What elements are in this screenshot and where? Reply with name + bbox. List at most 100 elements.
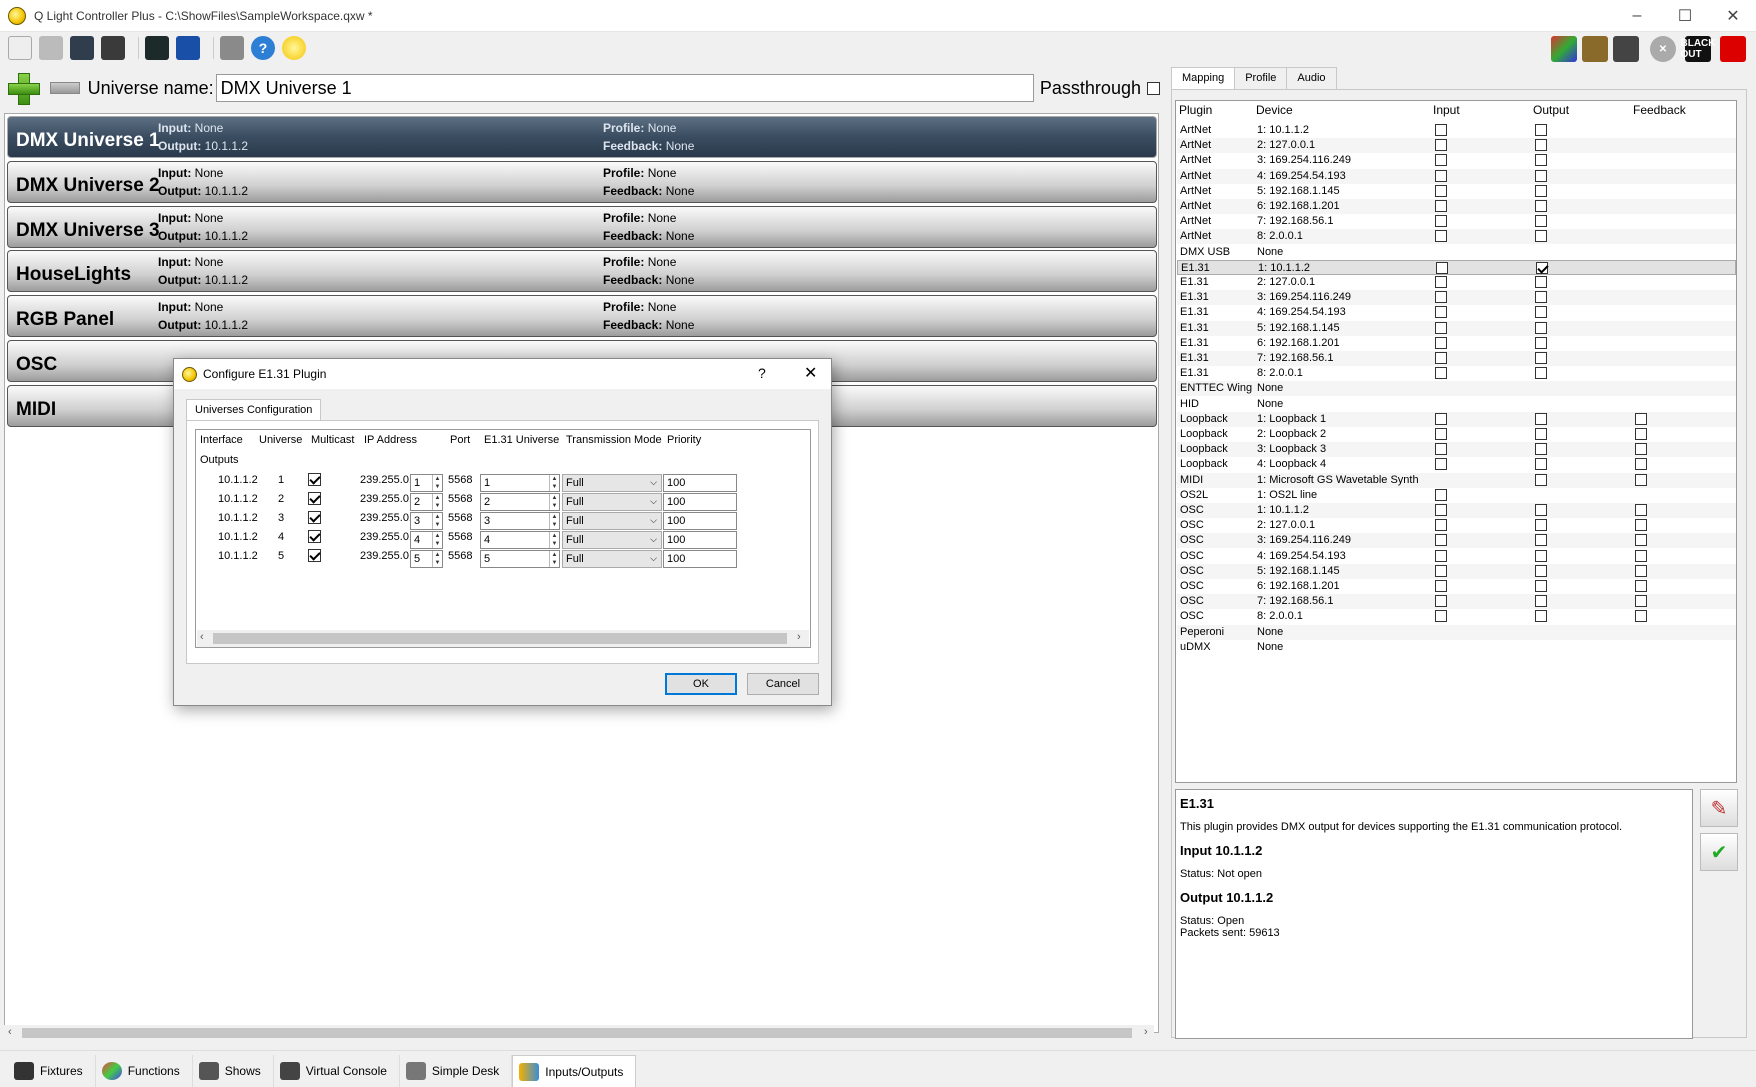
mapping-output-checkbox[interactable] (1535, 412, 1547, 425)
mapping-output-checkbox[interactable] (1535, 215, 1547, 228)
mapping-row[interactable]: E1.31 7: 192.168.56.1 (1177, 351, 1736, 366)
mapping-row[interactable]: E1.31 8: 2.0.0.1 (1177, 366, 1736, 381)
email-icon[interactable] (220, 36, 244, 60)
mapping-feedback-checkbox[interactable] (1635, 549, 1647, 562)
mapping-feedback-checkbox[interactable] (1635, 534, 1647, 547)
mapping-feedback-checkbox[interactable] (1635, 458, 1647, 471)
mapping-input-checkbox[interactable] (1435, 124, 1447, 136)
mapping-feedback-checkbox[interactable] (1635, 504, 1647, 516)
col-header-device[interactable]: Device (1256, 103, 1293, 121)
universe-row[interactable]: DMX Universe 2 Input: None Output: 10.1.1.… (7, 160, 1157, 203)
mapping-input-checkbox[interactable] (1435, 458, 1447, 471)
mapping-feedback-checkbox[interactable] (1635, 595, 1647, 608)
dialog-close-button[interactable]: ✕ (804, 363, 817, 383)
scroll-thumb[interactable] (22, 1028, 1132, 1038)
blackout-button[interactable]: BLACK OUT (1681, 36, 1716, 62)
mapping-row[interactable]: ArtNet 3: 169.254.116.249 (1177, 153, 1736, 168)
universe-row[interactable]: RGB Panel Input: None Output: 10.1.1.2 Prof… (7, 295, 1157, 338)
mapping-feedback-checkbox[interactable] (1635, 610, 1647, 623)
fixture-edit-icon[interactable] (1551, 36, 1577, 62)
mapping-input-checkbox[interactable] (1435, 336, 1447, 349)
mapping-input-checkbox[interactable] (1435, 428, 1447, 440)
mapping-row[interactable]: Loopback 3: Loopback 3 (1177, 442, 1736, 458)
ok-button[interactable]: OK (665, 673, 737, 695)
mapping-output-checkbox[interactable] (1535, 519, 1547, 532)
mapping-row[interactable]: ArtNet 6: 192.168.1.201 (1177, 199, 1736, 214)
scroll-right-icon[interactable]: › (1144, 1026, 1148, 1038)
mapping-output-checkbox[interactable] (1535, 458, 1547, 471)
tab-inputs-outputs[interactable]: Inputs/Outputs (512, 1055, 637, 1087)
mapping-input-checkbox[interactable] (1435, 534, 1447, 547)
multicast-checkbox[interactable] (308, 492, 321, 505)
mapping-output-checkbox[interactable] (1535, 230, 1547, 243)
palette-icon[interactable] (1582, 36, 1608, 62)
e131-universe-spinbox[interactable]: 5 ▲ ▼ (480, 550, 560, 568)
mapping-output-checkbox[interactable] (1535, 184, 1547, 197)
tab-universes-configuration[interactable]: Universes Configuration (186, 399, 322, 421)
new-icon[interactable] (8, 36, 32, 60)
mapping-input-checkbox[interactable] (1435, 610, 1447, 623)
mode-toggle-icon[interactable] (1720, 36, 1746, 62)
mapping-input-checkbox[interactable] (1435, 276, 1447, 288)
universe-row[interactable]: DMX Universe 1 Input: None Output: 10.1.1.… (7, 116, 1157, 158)
mapping-row[interactable]: ArtNet 2: 127.0.0.1 (1177, 138, 1736, 154)
priority-input[interactable]: 100 (663, 550, 737, 568)
mapping-input-checkbox[interactable] (1435, 306, 1447, 319)
col-header-input[interactable]: Input (1433, 103, 1460, 121)
mapping-output-checkbox[interactable] (1535, 610, 1547, 623)
mapping-row[interactable]: ArtNet 5: 192.168.1.145 (1177, 184, 1736, 199)
spin-arrows-icon[interactable]: ▲ ▼ (549, 551, 559, 567)
mapping-row[interactable]: ArtNet 1: 10.1.1.2 (1177, 123, 1736, 138)
tab-simple-desk[interactable]: Simple Desk (400, 1055, 513, 1087)
mapping-row[interactable]: Peperoni None (1177, 624, 1736, 640)
mapping-row[interactable]: E1.31 1: 10.1.1.2 (1177, 259, 1736, 275)
mapping-output-checkbox[interactable] (1535, 367, 1547, 380)
col-universe[interactable]: Universe (259, 434, 302, 446)
multicast-checkbox[interactable] (308, 530, 321, 543)
tab-mapping[interactable]: Mapping (1171, 67, 1236, 89)
mapping-row[interactable]: OSC 1: 10.1.1.2 (1177, 503, 1736, 518)
mapping-feedback-checkbox[interactable] (1635, 428, 1647, 440)
mapping-output-checkbox[interactable] (1535, 124, 1547, 136)
mapping-row[interactable]: Loopback 2: Loopback 2 (1177, 427, 1736, 442)
configure-plugin-button[interactable]: ✎ (1700, 789, 1738, 827)
transmission-mode-select[interactable]: Full ⌵ (562, 550, 662, 568)
mapping-input-checkbox[interactable] (1435, 549, 1447, 562)
col-ip-address[interactable]: IP Address (364, 434, 417, 446)
multicast-checkbox[interactable] (308, 549, 321, 562)
mapping-row[interactable]: OSC 2: 127.0.0.1 (1177, 518, 1736, 533)
mapping-row[interactable]: OSC 6: 192.168.1.201 (1177, 579, 1736, 594)
col-header-output[interactable]: Output (1533, 103, 1569, 121)
mapping-input-checkbox[interactable] (1435, 352, 1447, 364)
mapping-row[interactable]: E1.31 3: 169.254.116.249 (1177, 290, 1736, 306)
save-as-icon[interactable] (101, 36, 125, 60)
mapping-row[interactable]: ENTTEC Wing None (1177, 381, 1736, 397)
mapping-input-checkbox[interactable] (1435, 200, 1447, 212)
maximize-button[interactable]: ☐ (1662, 0, 1708, 32)
mapping-output-checkbox[interactable] (1536, 261, 1548, 274)
mapping-row[interactable]: E1.31 5: 192.168.1.145 (1177, 320, 1736, 336)
universe-list-scrollbar[interactable]: ‹ › (4, 1025, 1154, 1041)
mapping-output-checkbox[interactable] (1535, 169, 1547, 182)
add-universe-icon[interactable] (8, 73, 40, 105)
scroll-left-icon[interactable]: ‹ (8, 1026, 12, 1038)
mapping-input-checkbox[interactable] (1436, 261, 1448, 274)
save-icon[interactable] (70, 36, 94, 60)
mapping-row[interactable]: OSC 4: 169.254.54.193 (1177, 549, 1736, 564)
col-header-plugin[interactable]: Plugin (1179, 103, 1212, 121)
default-output-button[interactable]: ✔ (1700, 833, 1738, 871)
col-priority[interactable]: Priority (667, 434, 701, 446)
mapping-row[interactable]: OSC 5: 192.168.1.145 (1177, 563, 1736, 579)
mapping-output-checkbox[interactable] (1535, 154, 1547, 167)
mapping-input-checkbox[interactable] (1435, 184, 1447, 197)
about-icon[interactable] (282, 36, 306, 60)
stop-icon[interactable]: ✕ (1650, 36, 1676, 62)
mapping-feedback-checkbox[interactable] (1635, 443, 1647, 456)
mapping-input-checkbox[interactable] (1435, 580, 1447, 592)
mapping-output-checkbox[interactable] (1535, 321, 1547, 334)
col-multicast[interactable]: Multicast (311, 434, 354, 446)
close-button[interactable]: ✕ (1710, 0, 1756, 32)
mapping-output-checkbox[interactable] (1535, 564, 1547, 577)
universe-row[interactable]: HouseLights Input: None Output: 10.1.1.2 Pr… (7, 250, 1157, 293)
mapping-row[interactable]: E1.31 6: 192.168.1.201 (1177, 336, 1736, 351)
